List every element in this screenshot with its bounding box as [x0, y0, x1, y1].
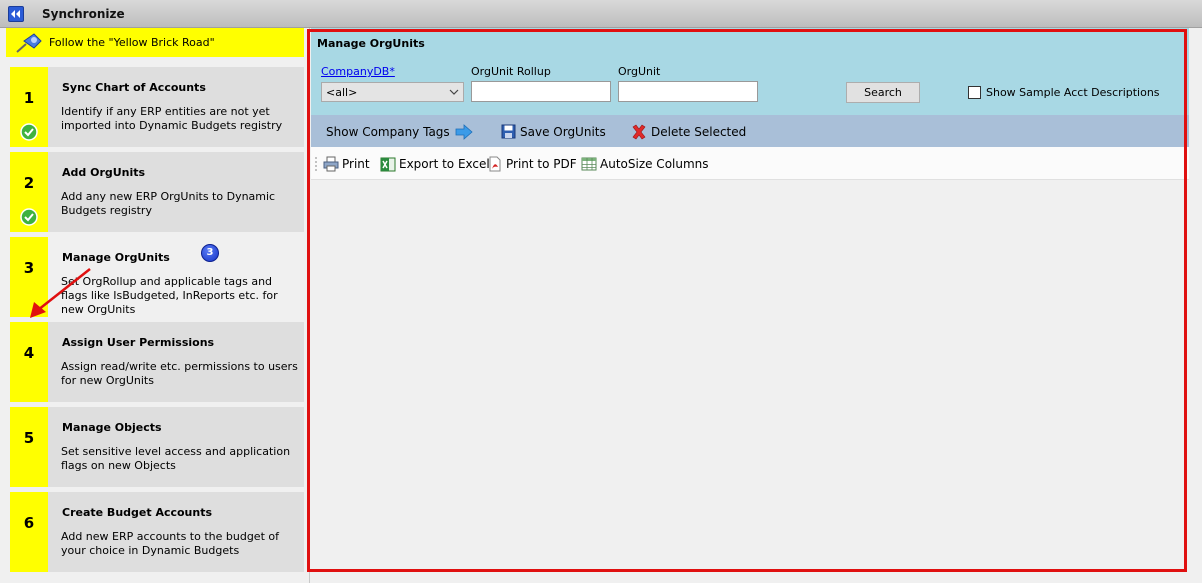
check-circle-icon	[20, 123, 38, 141]
step-description: Add any new ERP OrgUnits to Dynamic Budg…	[61, 190, 276, 217]
yellow-brick-road-banner: Follow the "Yellow Brick Road"	[6, 28, 304, 57]
wizard-step-1[interactable]: 1 Sync Chart of Accounts Identify if any…	[10, 67, 304, 147]
step-number-box: 2	[10, 152, 48, 232]
autosize-columns-button[interactable]: AutoSize Columns	[581, 156, 709, 172]
step-number: 4	[23, 344, 35, 362]
delete-selected-label: Delete Selected	[651, 125, 747, 139]
step-title: Add OrgUnits	[62, 166, 146, 179]
show-sample-label: Show Sample Acct Descriptions	[986, 86, 1160, 99]
step-title: Create Budget Accounts	[62, 506, 213, 519]
step-number-box: 1	[10, 67, 48, 147]
action-bar: Show Company Tags Save OrgUnits Delete S…	[311, 115, 1189, 147]
toolbar-grip[interactable]	[315, 156, 317, 172]
excel-icon	[380, 157, 396, 172]
export-excel-label: Export to Excel	[399, 157, 490, 171]
show-company-tags-button[interactable]: Show Company Tags	[326, 124, 474, 140]
panel-title: Manage OrgUnits	[317, 37, 425, 50]
step-number: 2	[23, 174, 35, 192]
filter-panel: Manage OrgUnits CompanyDB* <all> OrgUnit…	[311, 28, 1189, 115]
company-db-dropdown[interactable]: <all>	[321, 82, 464, 102]
chevron-down-icon	[449, 89, 459, 95]
orgunit-input[interactable]	[618, 81, 758, 102]
floppy-disk-icon	[501, 124, 516, 139]
red-x-icon	[632, 124, 646, 140]
check-circle-icon	[20, 208, 38, 226]
delete-selected-button[interactable]: Delete Selected	[631, 124, 746, 140]
save-orgunits-button[interactable]: Save OrgUnits	[501, 124, 606, 139]
show-company-tags-label: Show Company Tags	[326, 125, 450, 139]
step-number-box: 6	[10, 492, 48, 572]
step-description: Set sensitive level access and applicati…	[61, 445, 291, 472]
orgunits-grid[interactable]	[311, 180, 1189, 583]
step-number-box: 5	[10, 407, 48, 487]
print-label: Print	[342, 157, 370, 171]
pdf-icon	[489, 156, 501, 172]
step-description: Assign read/write etc. permissions to us…	[61, 360, 298, 387]
annotation-arrow-icon	[30, 268, 91, 318]
company-db-selected: <all>	[326, 86, 358, 99]
wizard-step-6[interactable]: 6 Create Budget Accounts Add new ERP acc…	[10, 492, 304, 572]
step-title: Manage OrgUnits	[62, 251, 170, 264]
autosize-columns-label: AutoSize Columns	[600, 157, 709, 171]
arrow-right-icon	[455, 124, 473, 140]
search-button[interactable]: Search	[846, 82, 920, 103]
window-title: Synchronize	[42, 7, 125, 21]
step-title: Sync Chart of Accounts	[62, 81, 206, 94]
print-pdf-button[interactable]: Print to PDF	[487, 156, 577, 172]
orgunit-label: OrgUnit	[618, 65, 661, 78]
banner-text: Follow the "Yellow Brick Road"	[49, 36, 215, 49]
company-db-link[interactable]: CompanyDB*	[321, 65, 395, 78]
table-grid-icon	[581, 157, 597, 171]
step-annotation-badge: 3	[201, 244, 219, 262]
step-title: Assign User Permissions	[62, 336, 215, 349]
grid-toolbar: Print Export to Excel Print to PDF AutoS…	[311, 147, 1189, 180]
step-title: Manage Objects	[62, 421, 162, 434]
orgunit-rollup-label: OrgUnit Rollup	[471, 65, 551, 78]
step-number: 6	[23, 514, 35, 532]
step-description: Add new ERP accounts to the budget of yo…	[61, 530, 279, 557]
wizard-step-5[interactable]: 5 Manage Objects Set sensitive level acc…	[10, 407, 304, 487]
manage-orgunits-pane: Manage OrgUnits CompanyDB* <all> OrgUnit…	[311, 28, 1202, 583]
step-number: 5	[23, 429, 35, 447]
wizard-step-2[interactable]: 2 Add OrgUnits Add any new ERP OrgUnits …	[10, 152, 304, 232]
show-sample-checkbox[interactable]	[968, 86, 981, 99]
wizard-pane: Follow the "Yellow Brick Road" 1 Sync Ch…	[0, 28, 310, 583]
step-description: Identify if any ERP entities are not yet…	[61, 105, 283, 132]
export-excel-button[interactable]: Export to Excel	[380, 156, 490, 172]
collapse-panel-button[interactable]	[8, 6, 24, 22]
orgunit-rollup-input[interactable]	[471, 81, 611, 102]
step-number: 1	[23, 89, 35, 107]
print-pdf-label: Print to PDF	[506, 157, 577, 171]
double-chevron-left-icon	[11, 10, 20, 18]
print-button[interactable]: Print	[323, 156, 370, 172]
printer-icon	[323, 156, 339, 172]
step-description: Set OrgRollup and applicable tags and fl…	[61, 275, 278, 316]
wizard-step-4[interactable]: 4 Assign User Permissions Assign read/wr…	[10, 322, 304, 402]
title-bar: Synchronize	[0, 0, 1202, 28]
pushpin-icon	[16, 33, 42, 53]
step-number-box: 4	[10, 322, 48, 402]
app-window: Synchronize Follow the "Yellow Brick Roa…	[0, 0, 1202, 583]
save-orgunits-label: Save OrgUnits	[520, 124, 606, 139]
